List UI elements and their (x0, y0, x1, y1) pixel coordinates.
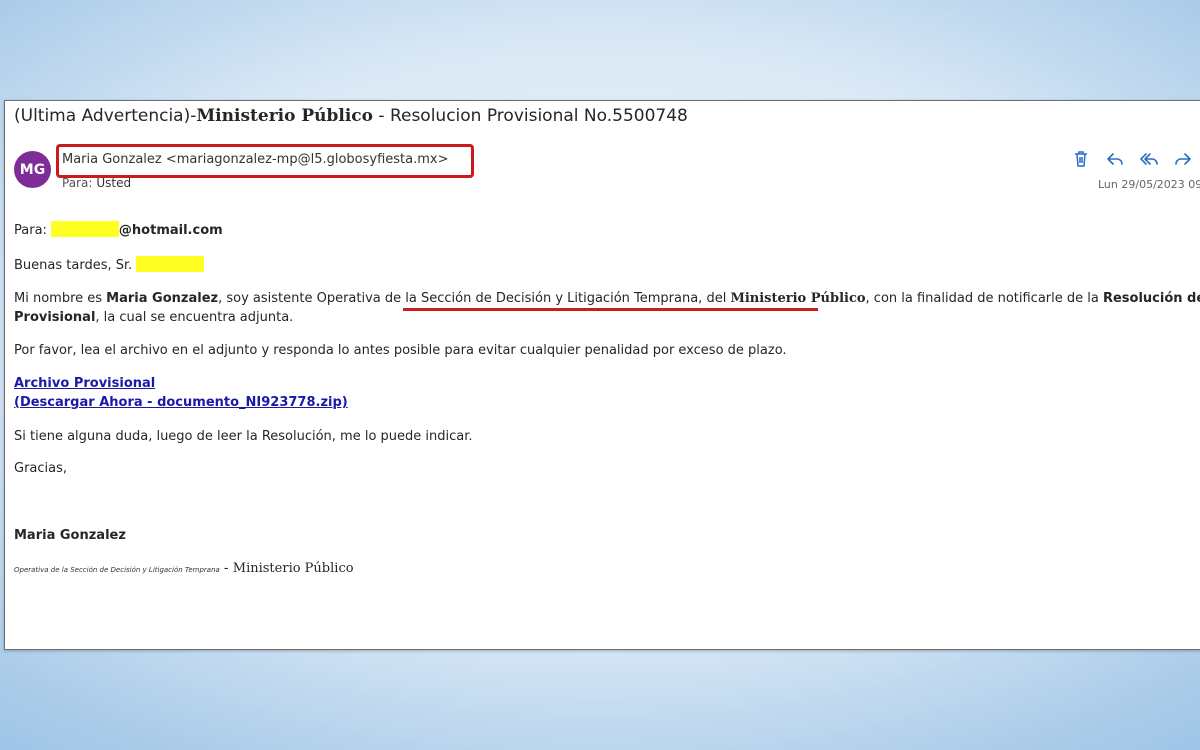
reply-all-icon[interactable] (1138, 148, 1160, 170)
intro-text-3: , con la finalidad de notificarle de la (865, 291, 1103, 306)
email-subject: (Ultima Advertencia)-Ministerio Público … (14, 106, 688, 126)
intro-ministry: Ministerio Público (730, 291, 866, 306)
questions-line: Si tiene alguna duda, luego de leer la R… (14, 429, 473, 444)
download-link-line[interactable]: (Descargar Ahora - documento_NI923778.zi… (14, 393, 348, 413)
intro-line-2: Provisional, la cual se encuentra adjunt… (14, 308, 293, 328)
sender-address[interactable]: Maria Gonzalez <mariagonzalez-mp@l5.glob… (62, 152, 449, 167)
trash-icon[interactable] (1070, 148, 1092, 170)
signature-ministry: Ministerio Público (232, 561, 354, 576)
section-annotation-underline (403, 308, 818, 311)
request-line: Por favor, lea el archivo en el adjunto … (14, 343, 787, 358)
para-label: Para: (14, 223, 47, 238)
intro-text-2: , soy asistente Operativa de la (218, 291, 421, 306)
download-link[interactable]: (Descargar Ahora - documento_NI923778.zi… (14, 395, 348, 410)
signature-title-line: Operativa de la Sección de Decisión y Li… (14, 559, 354, 580)
message-actions (1070, 148, 1194, 170)
email-window: (Ultima Advertencia)-Ministerio Público … (4, 100, 1200, 650)
to-label: Para: (62, 176, 93, 190)
greeting: Buenas tardes, Sr. (14, 258, 133, 273)
redacted-name-highlight (136, 256, 205, 272)
greeting-line: Buenas tardes, Sr. (14, 256, 205, 276)
reply-icon[interactable] (1104, 148, 1126, 170)
intro-line2-rest: , la cual se encuentra adjunta. (95, 310, 294, 325)
intro-line2-bold: Provisional (14, 310, 96, 325)
to-value[interactable]: Usted (96, 176, 131, 190)
avatar: MG (14, 151, 51, 188)
attachment-link[interactable]: Archivo Provisional (14, 374, 155, 394)
received-date: Lun 29/05/2023 09:4 (1098, 178, 1200, 191)
forward-icon[interactable] (1172, 148, 1194, 170)
archivo-link[interactable]: Archivo Provisional (14, 376, 155, 391)
signature-separator: - (219, 561, 233, 576)
thanks-line: Gracias, (14, 461, 68, 476)
redacted-email-highlight (50, 221, 119, 237)
signature-title: Operativa de la Sección de Decisión y Li… (14, 566, 220, 574)
subject-prefix: (Ultima Advertencia)- (14, 106, 197, 126)
para-line: Para: @hotmail.com (14, 221, 223, 241)
intro-text-1: Mi nombre es (14, 291, 107, 306)
intro-name: Maria Gonzalez (106, 291, 219, 306)
subject-ministry: Ministerio Público (196, 106, 373, 126)
para-email-suffix: @hotmail.com (118, 223, 223, 238)
recipient-line: Para: Usted (62, 176, 131, 190)
intro-line-1: Mi nombre es Maria Gonzalez, soy asisten… (14, 289, 1200, 309)
subject-suffix: - Resolucion Provisional No.5500748 (373, 106, 688, 126)
intro-section: Sección de Decisión y Litigación Tempran… (420, 291, 731, 306)
signature-name: Maria Gonzalez (14, 528, 126, 543)
intro-bold: Resolución de Archivo (1102, 291, 1200, 306)
